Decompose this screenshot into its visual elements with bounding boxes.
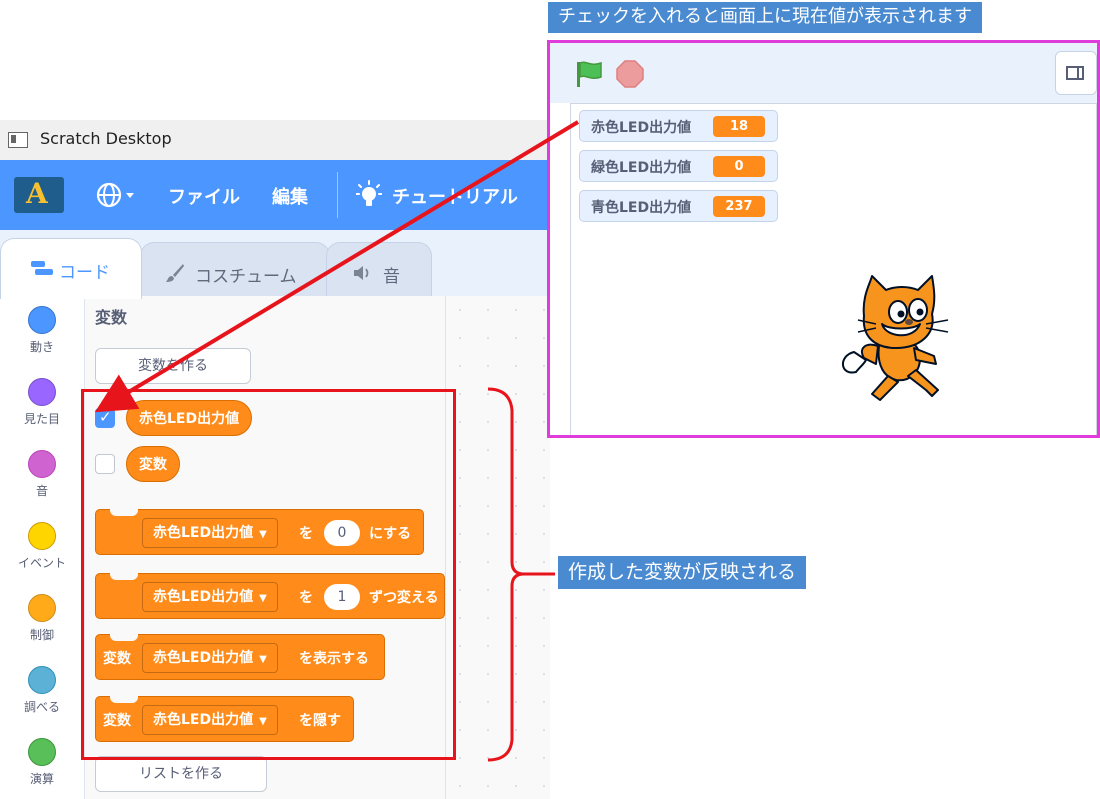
language-globe-icon[interactable] <box>96 182 134 208</box>
lightbulb-icon <box>355 180 383 210</box>
stop-icon[interactable] <box>616 60 644 88</box>
editor-tabs: コード コスチューム 音 <box>0 230 550 299</box>
variable-monitor[interactable]: 赤色LED出力値 18 <box>579 110 778 142</box>
monitor-label: 青色LED出力値 <box>591 200 692 216</box>
category-label: 音 <box>35 484 48 498</box>
stage-panel: 赤色LED出力値 18 緑色LED出力値 0 青色LED出力値 237 <box>547 40 1100 438</box>
tab-sounds-label: 音 <box>383 267 400 287</box>
logo-letter: A <box>26 177 48 210</box>
window-title: Scratch Desktop <box>40 129 172 148</box>
script-workspace[interactable] <box>446 296 550 799</box>
menu-tutorial[interactable]: チュートリアル <box>392 183 518 209</box>
category-looks[interactable]: 見た目 <box>0 378 84 427</box>
make-list-button[interactable]: リストを作る <box>95 756 267 792</box>
green-flag-icon[interactable] <box>574 59 604 89</box>
menu-divider <box>337 172 338 218</box>
stage-callout: チェックを入れると画面上に現在値が表示されます <box>548 2 982 33</box>
category-label: 調べる <box>23 700 60 714</box>
tab-costumes-label: コスチューム <box>195 267 297 287</box>
category-sound[interactable]: 音 <box>0 450 84 499</box>
monitor-label: 赤色LED出力値 <box>591 120 692 136</box>
category-operators[interactable]: 演算 <box>0 738 84 787</box>
make-variable-button[interactable]: 変数を作る <box>95 348 251 384</box>
menu-file[interactable]: ファイル <box>168 183 240 209</box>
tab-code-label: コード <box>59 263 110 283</box>
variables-callout: 作成した変数が反映される <box>558 556 807 589</box>
tab-costumes[interactable]: コスチューム <box>140 242 330 299</box>
variable-monitor[interactable]: 緑色LED出力値 0 <box>579 150 778 182</box>
category-menu: 動き 見た目 音 イベント 制御 調べる 演算 <box>0 296 85 799</box>
stage-canvas[interactable]: 赤色LED出力値 18 緑色LED出力値 0 青色LED出力値 237 <box>570 103 1097 435</box>
palette-section-title: 変数 <box>95 308 128 327</box>
category-dot <box>28 306 56 334</box>
monitor-value: 18 <box>713 116 765 137</box>
category-dot <box>28 666 56 694</box>
code-blocks-icon <box>31 261 53 275</box>
category-dot <box>28 378 56 406</box>
category-events[interactable]: イベント <box>0 522 84 571</box>
monitor-value: 237 <box>713 196 765 217</box>
category-label: 演算 <box>29 772 54 786</box>
category-dot <box>28 738 56 766</box>
title-bar: Scratch Desktop <box>0 120 550 160</box>
highlight-box <box>81 389 456 760</box>
category-dot <box>28 450 56 478</box>
category-label: 見た目 <box>23 412 60 426</box>
scratch-logo[interactable]: A <box>14 177 64 213</box>
monitor-value: 0 <box>713 156 765 177</box>
scratch-cat-sprite[interactable] <box>836 272 971 408</box>
category-motion[interactable]: 動き <box>0 306 84 355</box>
category-control[interactable]: 制御 <box>0 594 84 643</box>
stage-size-toggle-icon[interactable] <box>1055 51 1097 95</box>
paintbrush-icon <box>166 264 184 282</box>
menu-edit[interactable]: 編集 <box>272 183 308 209</box>
variable-monitor[interactable]: 青色LED出力値 237 <box>579 190 778 222</box>
stage-header <box>550 43 1097 103</box>
category-dot <box>28 522 56 550</box>
category-label: 動き <box>29 340 54 354</box>
category-sensing[interactable]: 調べる <box>0 666 84 715</box>
monitor-label: 緑色LED出力値 <box>591 160 692 176</box>
tab-code[interactable]: コード <box>0 238 142 299</box>
app-window-icon <box>8 132 28 148</box>
speaker-icon <box>354 266 369 280</box>
category-label: イベント <box>17 556 66 570</box>
category-dot <box>28 594 56 622</box>
tab-sounds[interactable]: 音 <box>326 242 432 299</box>
menu-bar: A ファイル 編集 チュートリアル <box>0 160 550 230</box>
category-label: 制御 <box>29 628 54 642</box>
